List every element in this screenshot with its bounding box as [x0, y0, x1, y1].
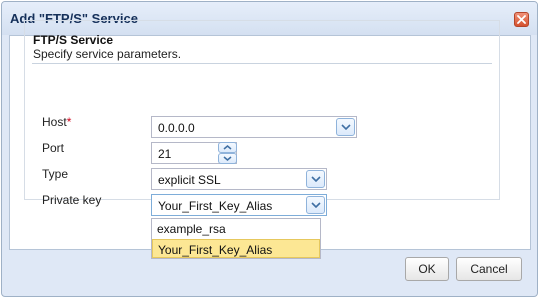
- port-increment-button[interactable]: [218, 142, 237, 153]
- dropdown-option-example-rsa[interactable]: example_rsa: [152, 219, 320, 238]
- section-subtitle: Specify service parameters.: [33, 47, 182, 61]
- type-select[interactable]: explicit SSL: [151, 168, 327, 190]
- private-key-label: Private key: [42, 193, 102, 207]
- section-divider: [32, 63, 492, 64]
- port-value: 21: [158, 147, 172, 161]
- private-key-select[interactable]: Your_First_Key_Alias: [151, 194, 327, 216]
- chevron-down-icon: [340, 124, 351, 130]
- type-label: Type: [42, 167, 69, 181]
- chevron-down-icon: [310, 202, 321, 208]
- host-value: 0.0.0.0: [158, 121, 195, 135]
- chevron-down-icon: [310, 176, 321, 182]
- section-title: FTP/S Service: [33, 33, 114, 47]
- ok-button[interactable]: OK: [405, 257, 449, 281]
- chevron-down-icon: [223, 156, 232, 161]
- port-spinner: [218, 142, 237, 164]
- cancel-button[interactable]: Cancel: [456, 257, 522, 281]
- host-dropdown-trigger[interactable]: [336, 118, 355, 136]
- chevron-up-icon: [223, 145, 232, 150]
- port-field[interactable]: 21: [151, 142, 237, 164]
- type-value: explicit SSL: [158, 173, 221, 187]
- close-icon: [517, 15, 526, 24]
- port-decrement-button[interactable]: [218, 153, 237, 164]
- close-button[interactable]: [514, 12, 529, 27]
- dialog-footer: OK Cancel: [2, 250, 537, 296]
- add-ftps-service-dialog: Add "FTP/S" Service FTP/S Service Specif…: [1, 1, 538, 297]
- private-key-dropdown-trigger[interactable]: [306, 196, 325, 214]
- port-label: Port: [42, 141, 65, 155]
- host-select[interactable]: 0.0.0.0: [151, 116, 357, 138]
- host-label: Host*: [42, 115, 72, 129]
- private-key-value: Your_First_Key_Alias: [158, 199, 273, 213]
- type-dropdown-trigger[interactable]: [306, 170, 325, 188]
- required-mark: *: [66, 115, 72, 129]
